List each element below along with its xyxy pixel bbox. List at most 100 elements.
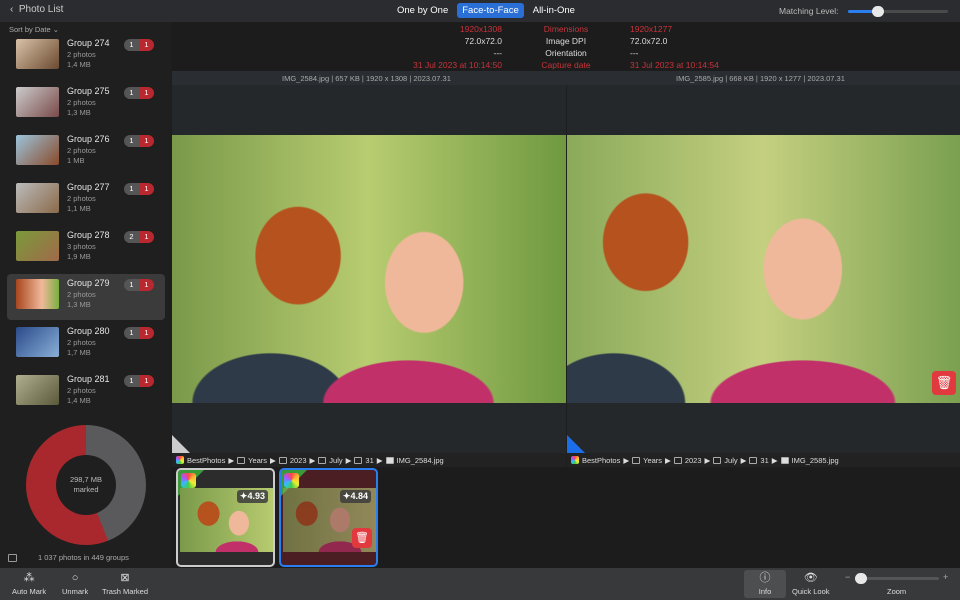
group-list-item[interactable]: Group 274 2 photos1,4 MB 11 bbox=[7, 34, 165, 80]
crumb[interactable]: Years bbox=[643, 456, 662, 465]
left-breadcrumb: BestPhotos▶Years▶2023▶July▶31▶IMG_2584.j… bbox=[172, 453, 566, 467]
group-size: 1,4 MB bbox=[67, 60, 96, 70]
tab-all-in-one[interactable]: All-in-One bbox=[528, 3, 580, 18]
info-button[interactable]: ⓘInfo bbox=[744, 570, 786, 598]
folder-icon bbox=[279, 457, 287, 464]
group-list-item[interactable]: Group 275 2 photos1,3 MB 11 bbox=[7, 82, 165, 128]
trash-icon[interactable]: 🗑 bbox=[352, 528, 372, 548]
left-dpi: 72.0x72.0 bbox=[413, 35, 502, 47]
left-photo-pane[interactable] bbox=[172, 85, 566, 453]
crumb[interactable]: July bbox=[724, 456, 737, 465]
folder-icon bbox=[632, 457, 640, 464]
trash-marked-button[interactable]: ⊠Trash Marked bbox=[102, 570, 148, 596]
group-size: 1,9 MB bbox=[67, 252, 96, 262]
marked-count: 1 bbox=[139, 183, 154, 195]
group-size: 1,3 MB bbox=[67, 300, 96, 310]
marked-count: 1 bbox=[139, 135, 154, 147]
group-title: Group 279 bbox=[67, 278, 110, 288]
quality-score: ✦4.93 bbox=[237, 490, 268, 503]
zoom-knob[interactable] bbox=[855, 573, 867, 584]
right-photo[interactable]: 🗑 bbox=[567, 135, 960, 403]
info-comparison: 1920x1308 72.0x72.0 --- 31 Jul 2023 at 1… bbox=[172, 22, 960, 71]
eye-icon: 👁 bbox=[792, 570, 830, 587]
label-capture-date: Capture date bbox=[532, 59, 600, 71]
group-title: Group 276 bbox=[67, 134, 110, 144]
right-info-column: 1920x1277 72.0x72.0 --- 31 Jul 2023 at 1… bbox=[630, 23, 719, 71]
crumb[interactable]: Years bbox=[248, 456, 267, 465]
thumbnail-left[interactable]: ✦4.93 bbox=[176, 468, 275, 567]
group-badge: 11 bbox=[124, 327, 154, 339]
group-list-item[interactable]: Group 279 2 photos1,3 MB 11 bbox=[7, 274, 165, 320]
group-list-item[interactable]: Group 278 3 photos1,9 MB 21 bbox=[7, 226, 165, 272]
trash-marked-label: Trash Marked bbox=[102, 587, 148, 596]
photos-app-icon bbox=[571, 456, 579, 464]
quick-look-button[interactable]: 👁Quick Look bbox=[792, 570, 830, 596]
crumb[interactable]: 2023 bbox=[290, 456, 307, 465]
left-info-column: 1920x1308 72.0x72.0 --- 31 Jul 2023 at 1… bbox=[413, 23, 502, 71]
trash-icon[interactable]: 🗑 bbox=[932, 371, 956, 395]
group-thumbnail bbox=[16, 279, 59, 309]
disk-icon bbox=[8, 554, 17, 562]
crumb[interactable]: 2023 bbox=[685, 456, 702, 465]
slider-knob[interactable] bbox=[872, 6, 884, 17]
photos-app-icon bbox=[181, 473, 196, 488]
matching-level-slider[interactable] bbox=[848, 10, 948, 13]
right-breadcrumb: BestPhotos▶Years▶2023▶July▶31▶IMG_2585.j… bbox=[567, 453, 960, 467]
quality-score: ✦4.84 bbox=[340, 490, 371, 503]
right-file-caption: IMG_2585.jpg | 668 KB | 1920 x 1277 | 20… bbox=[676, 74, 845, 83]
marked-count: 1 bbox=[139, 87, 154, 99]
folder-icon bbox=[354, 457, 362, 464]
back-button[interactable]: ‹ Photo List bbox=[10, 4, 63, 15]
kept-count: 1 bbox=[124, 327, 139, 339]
tab-face-to-face[interactable]: Face-to-Face bbox=[457, 3, 524, 18]
folder-icon bbox=[674, 457, 682, 464]
kept-count: 1 bbox=[124, 183, 139, 195]
crumb[interactable]: July bbox=[329, 456, 342, 465]
trash-box-icon: ⊠ bbox=[102, 570, 148, 587]
group-size: 1,1 MB bbox=[67, 204, 96, 214]
group-title: Group 280 bbox=[67, 326, 110, 336]
marked-count: 1 bbox=[139, 279, 154, 291]
group-badge: 11 bbox=[124, 39, 154, 51]
right-photo-pane[interactable]: 🗑 bbox=[567, 85, 960, 453]
sort-label: Sort by Date bbox=[9, 25, 51, 34]
marked-corner-flag bbox=[567, 435, 585, 453]
group-list-item[interactable]: Group 276 2 photos1 MB 11 bbox=[7, 130, 165, 176]
right-capture-date: 31 Jul 2023 at 10:14:54 bbox=[630, 59, 719, 71]
group-photo-count: 2 photos bbox=[67, 290, 96, 300]
group-size: 1 MB bbox=[67, 156, 96, 166]
bottom-toolbar: ⁂Auto Mark ○Unmark ⊠Trash Marked ⓘInfo 👁… bbox=[0, 568, 960, 600]
crumb[interactable]: IMG_2585.jpg bbox=[792, 456, 839, 465]
group-list-item[interactable]: Group 280 2 photos1,7 MB 11 bbox=[7, 322, 165, 368]
crumb[interactable]: IMG_2584.jpg bbox=[397, 456, 444, 465]
marked-count: 1 bbox=[139, 327, 154, 339]
group-list-item[interactable]: Group 277 2 photos1,1 MB 11 bbox=[7, 178, 165, 224]
group-list-item[interactable]: Group 281 2 photos1,4 MB 11 bbox=[7, 370, 165, 416]
auto-mark-button[interactable]: ⁂Auto Mark bbox=[12, 570, 46, 596]
tab-one-by-one[interactable]: One by One bbox=[392, 3, 453, 18]
circle-icon: ○ bbox=[62, 570, 88, 587]
group-meta: 2 photos1,1 MB bbox=[67, 194, 96, 214]
sort-dropdown[interactable]: Sort by Date ⌄ bbox=[9, 25, 59, 34]
marked-size: 298,7 MB bbox=[56, 475, 116, 485]
left-photo[interactable] bbox=[172, 135, 566, 403]
zoom-minus[interactable]: − bbox=[845, 572, 850, 582]
marked-count: 1 bbox=[139, 39, 154, 51]
marked-count: 1 bbox=[139, 231, 154, 243]
thumbnail-right[interactable]: ✦4.84 🗑 bbox=[279, 468, 378, 567]
group-thumbnail bbox=[16, 375, 59, 405]
crumb[interactable]: BestPhotos bbox=[582, 456, 620, 465]
zoom-plus[interactable]: + bbox=[943, 572, 948, 582]
crumb[interactable]: 31 bbox=[760, 456, 768, 465]
crumb[interactable]: 31 bbox=[365, 456, 373, 465]
left-dimensions: 1920x1308 bbox=[413, 23, 502, 35]
magic-wand-icon: ⁂ bbox=[12, 570, 46, 587]
group-meta: 2 photos1,4 MB bbox=[67, 50, 96, 70]
back-label: Photo List bbox=[19, 4, 63, 15]
crumb[interactable]: BestPhotos bbox=[187, 456, 225, 465]
kept-count: 2 bbox=[124, 231, 139, 243]
zoom-slider[interactable] bbox=[855, 577, 939, 580]
group-title: Group 277 bbox=[67, 182, 110, 192]
view-mode-segmented: One by One Face-to-Face All-in-One bbox=[392, 3, 580, 18]
unmark-button[interactable]: ○Unmark bbox=[62, 570, 88, 596]
